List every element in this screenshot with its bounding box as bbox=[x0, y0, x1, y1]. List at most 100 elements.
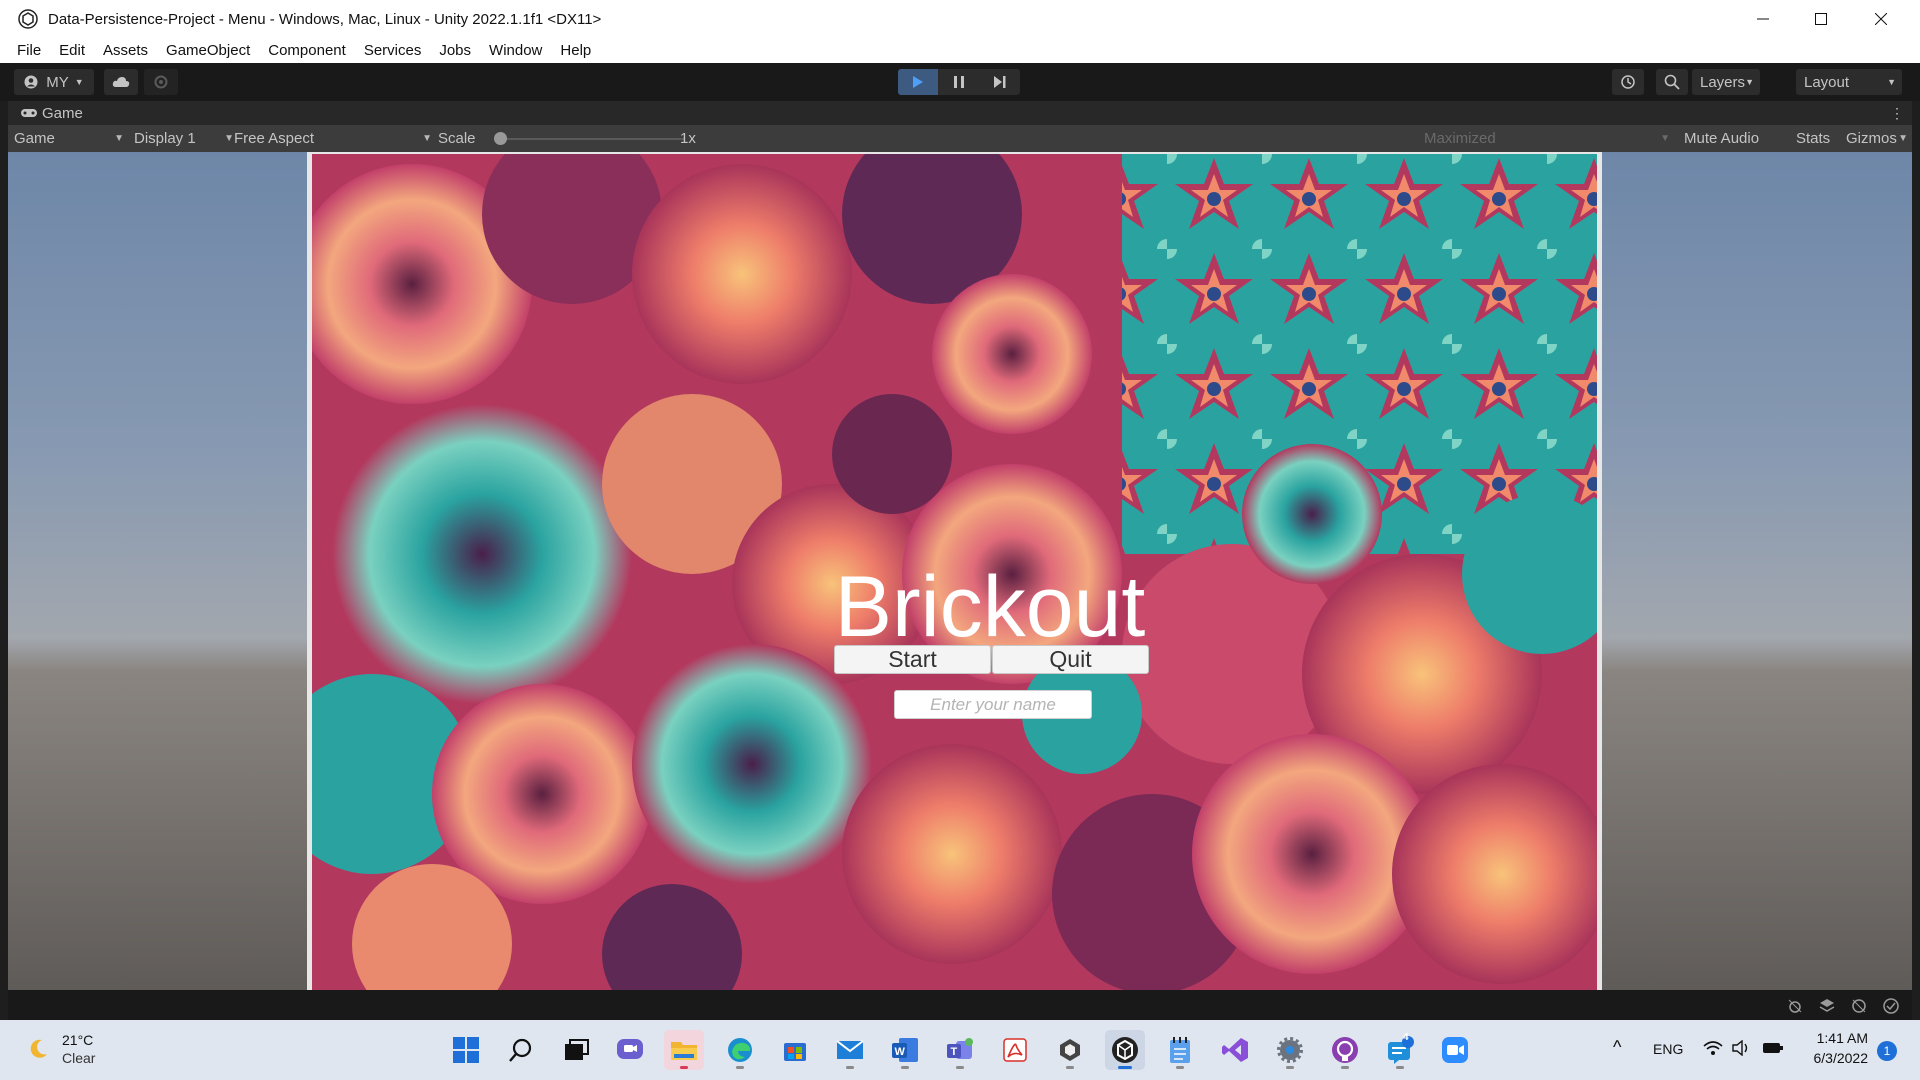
pdf-icon bbox=[1003, 1038, 1027, 1062]
messaging-button[interactable]: 4 bbox=[1380, 1030, 1420, 1070]
running-indicator bbox=[901, 1066, 909, 1069]
history-icon bbox=[1621, 75, 1635, 89]
running-indicator bbox=[1176, 1066, 1184, 1069]
edge-icon bbox=[728, 1038, 752, 1062]
maximize-button[interactable] bbox=[1792, 0, 1850, 38]
close-button[interactable] bbox=[1852, 0, 1910, 38]
game-view-toolbar: Game ▼ Display 1 ▼ Free Aspect ▼ Scale 1… bbox=[8, 125, 1912, 152]
notification-center-badge[interactable]: 1 bbox=[1877, 1041, 1897, 1061]
debug-icon[interactable] bbox=[1786, 997, 1804, 1015]
battery-icon[interactable] bbox=[1762, 1040, 1784, 1056]
account-icon bbox=[24, 75, 38, 89]
clock-date[interactable]: 6/3/2022 bbox=[1804, 1050, 1869, 1066]
show-hidden-icons-chevron-icon[interactable]: ^ bbox=[1613, 1037, 1621, 1058]
mute-audio-toggle[interactable]: Mute Audio bbox=[1684, 125, 1759, 152]
windows-start-button[interactable] bbox=[446, 1030, 486, 1070]
cloud-button[interactable] bbox=[104, 69, 138, 95]
weather-widget[interactable]: 21°C Clear bbox=[26, 1031, 95, 1067]
notepad-button[interactable] bbox=[1160, 1030, 1200, 1070]
menu-bar: File Edit Assets GameObject Component Se… bbox=[0, 38, 1920, 63]
word-icon: W bbox=[892, 1038, 918, 1062]
start-button[interactable]: Start bbox=[834, 645, 991, 674]
display-label: Display 1 bbox=[134, 130, 196, 147]
settings-gear-icon bbox=[154, 75, 168, 89]
taskbar-search-button[interactable] bbox=[501, 1030, 541, 1070]
unity-status-bar bbox=[8, 990, 1912, 1020]
microsoft-store-button[interactable] bbox=[775, 1030, 815, 1070]
file-explorer-button[interactable] bbox=[664, 1030, 704, 1070]
input-language[interactable]: ENG bbox=[1653, 1041, 1683, 1057]
play-icon bbox=[913, 76, 923, 88]
word-button[interactable]: W bbox=[885, 1030, 925, 1070]
window-title: Data-Persistence-Project - Menu - Window… bbox=[48, 10, 602, 28]
store-icon bbox=[784, 1043, 806, 1061]
tab-game-label: Game bbox=[42, 104, 83, 122]
view-mode-dropdown[interactable]: Game ▼ bbox=[14, 125, 124, 152]
search-icon bbox=[1664, 74, 1680, 90]
zoom-button[interactable] bbox=[1435, 1030, 1475, 1070]
layers-dropdown[interactable]: Layers ▼ bbox=[1692, 69, 1760, 95]
chevron-down-icon: ▼ bbox=[1745, 77, 1754, 87]
unity-editor-button[interactable] bbox=[1105, 1030, 1145, 1070]
minimize-button[interactable] bbox=[1734, 0, 1792, 38]
github-desktop-button[interactable] bbox=[1325, 1030, 1365, 1070]
step-button[interactable] bbox=[980, 69, 1020, 95]
teams-chat-button[interactable] bbox=[610, 1030, 650, 1070]
play-button[interactable] bbox=[898, 69, 938, 95]
minimize-icon bbox=[1757, 18, 1769, 20]
aspect-dropdown[interactable]: Free Aspect ▼ bbox=[234, 125, 432, 152]
unity-hub-icon bbox=[1060, 1039, 1080, 1061]
scale-slider-track[interactable] bbox=[494, 138, 684, 140]
history-button[interactable] bbox=[1612, 69, 1644, 95]
volume-icon[interactable] bbox=[1731, 1040, 1751, 1056]
play-mode-dropdown[interactable]: Maximized ▼ bbox=[1424, 125, 1670, 152]
menu-gameobject[interactable]: GameObject bbox=[157, 42, 259, 59]
display-dropdown[interactable]: Display 1 ▼ bbox=[134, 125, 234, 152]
pause-icon bbox=[954, 76, 964, 88]
menu-file[interactable]: File bbox=[8, 42, 50, 59]
task-view-icon bbox=[565, 1039, 589, 1060]
more-options-icon[interactable]: ⋮ bbox=[1890, 105, 1904, 122]
acrobat-button[interactable] bbox=[995, 1030, 1035, 1070]
visual-studio-icon bbox=[1222, 1038, 1248, 1062]
layout-dropdown[interactable]: Layout ▼ bbox=[1796, 69, 1902, 95]
menu-edit[interactable]: Edit bbox=[50, 42, 94, 59]
settings-gear-icon bbox=[1277, 1037, 1303, 1063]
notepad-icon bbox=[1170, 1037, 1190, 1063]
check-circle-icon[interactable] bbox=[1882, 997, 1900, 1015]
playmode-controls bbox=[898, 69, 1020, 95]
quit-button[interactable]: Quit bbox=[992, 645, 1149, 674]
pause-button[interactable] bbox=[939, 69, 979, 95]
layers-stack-icon[interactable] bbox=[1818, 997, 1836, 1015]
visual-studio-button[interactable] bbox=[1215, 1030, 1255, 1070]
unity-hub-button[interactable] bbox=[1050, 1030, 1090, 1070]
stats-toggle[interactable]: Stats bbox=[1796, 125, 1830, 152]
tab-game[interactable]: Game bbox=[8, 105, 83, 122]
game-title: Brickout bbox=[834, 559, 1146, 655]
menu-component[interactable]: Component bbox=[259, 42, 355, 59]
edge-button[interactable] bbox=[720, 1030, 760, 1070]
menu-assets[interactable]: Assets bbox=[94, 42, 157, 59]
gizmos-dropdown[interactable]: Gizmos ▼ bbox=[1846, 125, 1908, 152]
chevron-down-icon: ▼ bbox=[1898, 133, 1908, 144]
task-view-button[interactable] bbox=[556, 1030, 596, 1070]
teams-button[interactable]: T bbox=[940, 1030, 980, 1070]
wifi-icon[interactable] bbox=[1703, 1040, 1723, 1056]
account-dropdown[interactable]: MY ▼ bbox=[14, 69, 94, 95]
scale-slider-handle[interactable] bbox=[494, 132, 507, 145]
search-button[interactable] bbox=[1656, 69, 1688, 95]
menu-help[interactable]: Help bbox=[551, 42, 600, 59]
layout-label: Layout bbox=[1804, 73, 1850, 91]
clock-time[interactable]: 1:41 AM bbox=[1808, 1030, 1868, 1046]
player-name-input[interactable] bbox=[894, 690, 1092, 719]
menu-jobs[interactable]: Jobs bbox=[430, 42, 480, 59]
collab-button[interactable] bbox=[144, 69, 178, 95]
menu-window[interactable]: Window bbox=[480, 42, 551, 59]
mail-button[interactable] bbox=[830, 1030, 870, 1070]
menu-services[interactable]: Services bbox=[355, 42, 431, 59]
active-indicator bbox=[1118, 1066, 1132, 1069]
network-icon[interactable] bbox=[1850, 997, 1868, 1015]
running-indicator bbox=[846, 1066, 854, 1069]
view-mode-label: Game bbox=[14, 130, 55, 147]
settings-button[interactable] bbox=[1270, 1030, 1310, 1070]
